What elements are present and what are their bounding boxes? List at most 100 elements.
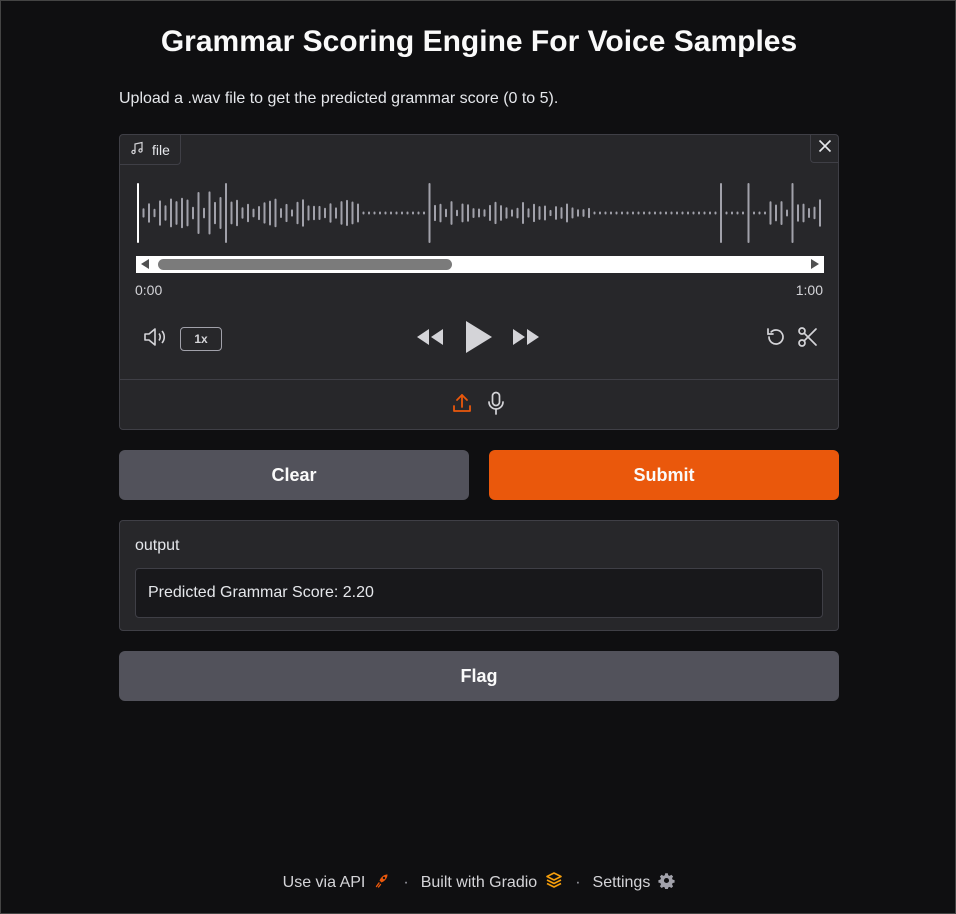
submit-button[interactable]: Submit [489,450,839,500]
waveform-bar [230,201,233,225]
waveform-bar [461,203,464,223]
scroll-right-arrow-icon[interactable] [811,259,819,269]
waveform-bar [423,211,425,215]
waveform-bar [593,211,596,215]
waveform-bar [582,209,585,217]
use-via-api-link[interactable]: Use via API [283,871,392,894]
output-value: Predicted Grammar Score: 2.20 [148,584,374,601]
clear-button[interactable]: Clear [119,450,469,500]
audio-waveform[interactable] [136,181,824,245]
waveform-bar [296,201,299,225]
waveform-bar [274,198,277,228]
waveform-bar [626,211,629,215]
waveform-bar [731,211,733,215]
footer-separator: · [575,873,581,891]
audio-source-selector [120,379,838,430]
waveform-bar [736,211,739,215]
waveform-bar [450,201,453,225]
waveform-bar [819,199,821,227]
upload-icon [451,392,473,419]
waveform-bar [236,199,238,227]
waveform-bar [516,207,519,219]
waveform-bar [665,211,667,215]
flag-button[interactable]: Flag [119,651,839,701]
output-panel: output Predicted Grammar Score: 2.20 [119,520,839,631]
reset-button[interactable] [762,325,790,353]
waveform-bar [368,211,370,215]
waveform-bar [522,202,524,224]
upload-source-button[interactable] [449,392,475,418]
audio-label: file [120,135,181,165]
waveform-bar [263,202,266,224]
waveform-bar [786,209,788,217]
waveform-bar [384,211,387,215]
waveform-bar [758,211,761,215]
waveform-bar [329,203,332,223]
waveform-bar [164,205,167,221]
waveform-bar [742,211,744,215]
waveform-bar [791,183,794,243]
waveform-bar [703,211,706,215]
waveform-bar [549,209,552,217]
clear-audio-button[interactable] [810,135,838,163]
play-button[interactable] [460,320,496,359]
waveform-bar [445,208,447,218]
volume-button[interactable] [140,325,170,353]
waveform-bar [340,201,343,225]
waveform-bar [533,203,535,223]
waveform-bar [192,206,194,220]
waveform-bar [346,199,348,226]
waveform-bar [775,204,777,222]
use-via-api-text: Use via API [282,873,366,891]
waveform-bar [769,201,772,225]
waveform-bar [181,197,183,229]
waveform-bar [764,211,766,215]
page-title: Grammar Scoring Engine For Voice Samples [160,25,798,58]
waveform-bar [797,204,799,222]
waveform-bar [571,207,574,219]
waveform-bar [560,207,563,219]
waveform-bar [335,207,337,219]
waveform-bar [637,211,640,215]
waveform-bar [527,208,530,218]
fast-forward-icon [511,327,541,352]
waveform-bar [544,205,546,221]
waveform-bar [615,211,618,215]
microphone-source-button[interactable] [483,391,509,418]
waveform-bar [687,211,689,215]
page: Grammar Scoring Engine For Voice Samples… [0,0,956,914]
waveform-bar [714,211,717,215]
waveform-bar [698,211,700,215]
fast-forward-button[interactable] [510,325,542,353]
waveform-scrollbar[interactable] [136,256,824,273]
waveform-bar [621,211,623,215]
waveform-bar [494,201,497,225]
music-note-icon [130,141,144,158]
play-icon [463,320,493,359]
output-textbox[interactable]: Predicted Grammar Score: 2.20 [135,568,823,618]
trim-button[interactable] [794,325,822,353]
waveform-bar [720,183,722,243]
waveform-bar [313,205,315,221]
waveform-bar [709,211,711,215]
waveform-bar [511,209,513,217]
waveform-bar [483,209,486,217]
rewind-button[interactable] [414,325,446,353]
waveform-bar [654,211,656,215]
waveform-bar [379,211,381,215]
scrollbar-thumb[interactable] [158,259,452,270]
settings-link[interactable]: Settings [593,872,676,894]
built-with-gradio-link[interactable]: Built with Gradio [421,871,564,894]
waveform-bar [648,211,651,215]
waveform-bar [417,211,420,215]
waveform-bar [588,207,590,219]
waveform-bar [225,183,227,243]
waveform-bar [197,192,200,234]
scroll-left-arrow-icon[interactable] [141,259,149,269]
waveform-bar [153,208,156,218]
playback-speed-button[interactable]: 1x [180,327,222,351]
waveform-bar [813,206,816,220]
waveform-bar [434,204,436,222]
waveform-bar [802,203,805,223]
waveform-bar [401,211,403,215]
